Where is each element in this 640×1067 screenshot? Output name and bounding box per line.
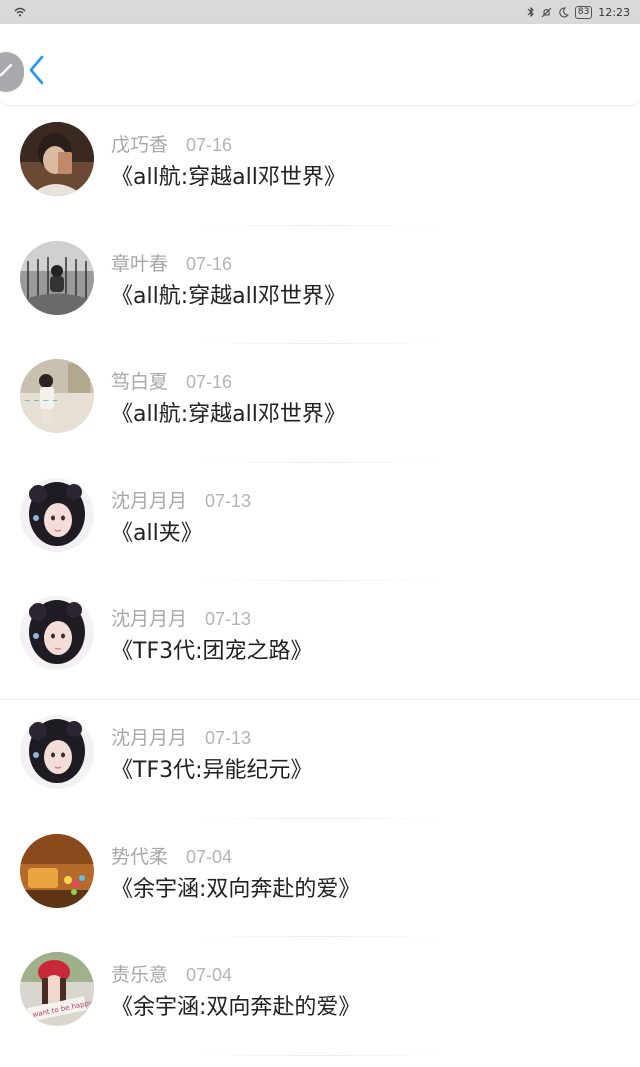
list-item[interactable]: ~ ~ ~ ~ 笃白夏 07-16 《all航:穿越all邓世界》	[0, 344, 640, 463]
list-item[interactable]: 沈月月月 07-13 《TF3代:异能纪元》	[0, 700, 640, 819]
post-date: 07-04	[186, 965, 233, 986]
comment-meta: 笃白夏 07-16	[111, 367, 232, 394]
post-date: 07-13	[205, 490, 252, 511]
author-name[interactable]: 沈月月月	[111, 723, 187, 750]
author-name[interactable]: 沈月月月	[111, 604, 187, 631]
book-title[interactable]: 《TF3代:团宠之路》	[111, 633, 313, 665]
status-right: 83 12:23	[527, 5, 630, 19]
clock: 12:23	[598, 5, 630, 19]
author-name[interactable]: 责乐意	[111, 960, 168, 987]
post-date: 07-13	[205, 727, 252, 748]
post-date: 07-16	[186, 372, 233, 393]
avatar[interactable]	[20, 714, 94, 789]
book-title[interactable]: 《TF3代:异能纪元》	[111, 752, 313, 784]
header-bar	[0, 24, 640, 106]
author-name[interactable]: 戊巧香	[111, 130, 168, 157]
book-title[interactable]: 《all航:穿越all邓世界》	[111, 396, 346, 428]
comment-meta: 责乐意 07-04	[111, 960, 232, 987]
status-bar: 83 12:23	[0, 0, 640, 24]
list-item[interactable]: 戊巧香 07-16 《all航:穿越all邓世界》	[0, 107, 640, 226]
comment-meta: 沈月月月 07-13	[111, 723, 251, 750]
comment-meta: 章叶春 07-16	[111, 249, 232, 276]
post-date: 07-04	[186, 846, 233, 867]
comment-meta: 沈月月月 07-13	[111, 486, 251, 513]
avatar[interactable]	[20, 240, 94, 315]
comment-meta: 势代柔 07-04	[111, 842, 232, 869]
pencil-icon	[0, 61, 15, 83]
author-name[interactable]: 章叶春	[111, 249, 168, 276]
author-name[interactable]: 势代柔	[111, 842, 168, 869]
author-name[interactable]: 沈月月月	[111, 486, 187, 513]
avatar[interactable]: want to be happy	[20, 952, 94, 1027]
mute-icon	[541, 7, 552, 18]
status-left	[14, 7, 26, 17]
list-item[interactable]: 章叶春 07-16 《all航:穿越all邓世界》	[0, 226, 640, 345]
post-date: 07-16	[186, 253, 233, 274]
comment-list: 戊巧香 07-16 《all航:穿越all邓世界》 章叶春 07-16 《all…	[0, 107, 640, 1056]
book-title[interactable]: 《all航:穿越all邓世界》	[111, 159, 346, 191]
divider	[190, 1054, 450, 1056]
avatar[interactable]	[20, 833, 94, 908]
comment-meta: 戊巧香 07-16	[111, 130, 232, 157]
avatar[interactable]: ~ ~ ~ ~	[20, 359, 94, 434]
back-button[interactable]	[24, 54, 48, 90]
avatar[interactable]	[20, 596, 94, 671]
moon-icon	[558, 6, 569, 18]
chevron-left-icon	[27, 54, 45, 90]
book-title[interactable]: 《余宇涵:双向奔赴的爱》	[111, 871, 360, 903]
list-item[interactable]: 沈月月月 07-13 《TF3代:团宠之路》	[0, 581, 640, 700]
book-title[interactable]: 《all夹》	[111, 515, 203, 547]
post-date: 07-13	[205, 609, 252, 630]
list-item[interactable]: 势代柔 07-04 《余宇涵:双向奔赴的爱》	[0, 819, 640, 938]
post-date: 07-16	[186, 135, 233, 155]
avatar[interactable]	[20, 477, 94, 552]
svg-text:~ ~ ~ ~: ~ ~ ~ ~	[24, 396, 58, 405]
bluetooth-icon	[527, 6, 535, 18]
battery-indicator: 83	[574, 5, 593, 19]
comment-meta: 沈月月月 07-13	[111, 604, 251, 631]
edit-floating-button[interactable]	[0, 52, 24, 92]
wifi-icon	[14, 7, 26, 17]
book-title[interactable]: 《余宇涵:双向奔赴的爱》	[111, 989, 360, 1021]
list-item[interactable]: 沈月月月 07-13 《all夹》	[0, 463, 640, 582]
book-title[interactable]: 《all航:穿越all邓世界》	[111, 278, 346, 310]
author-name[interactable]: 笃白夏	[111, 367, 168, 394]
avatar[interactable]	[20, 122, 94, 196]
list-item[interactable]: want to be happy 责乐意 07-04 《余宇涵:双向奔赴的爱》	[0, 937, 640, 1056]
